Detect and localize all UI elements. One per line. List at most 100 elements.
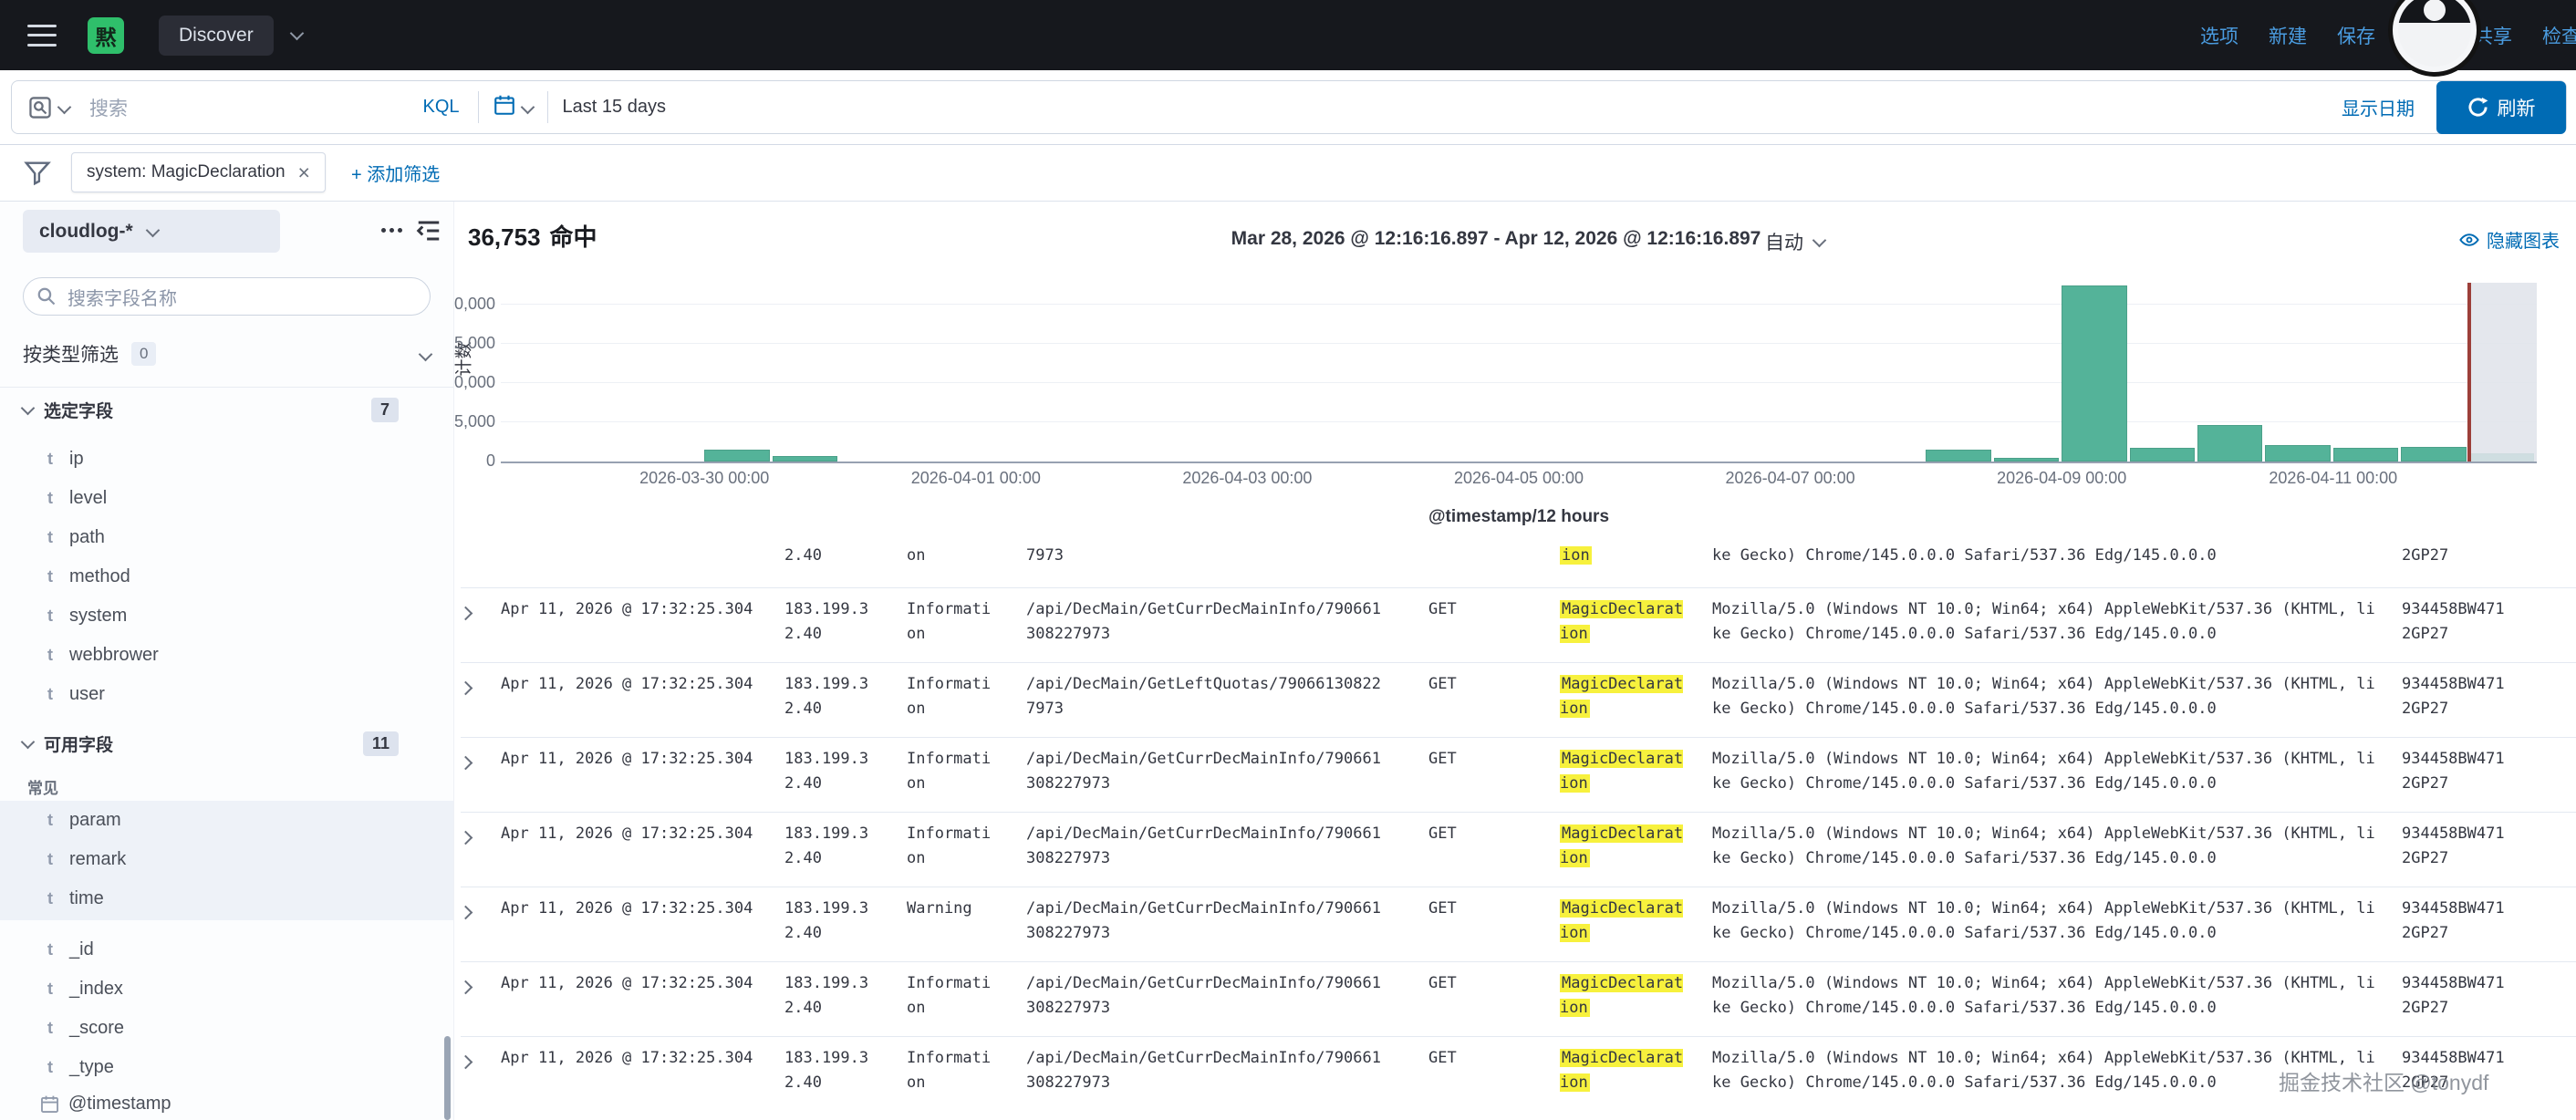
histogram-bar[interactable] — [2130, 448, 2195, 461]
histogram-bar[interactable] — [1926, 450, 1990, 461]
histogram-bar[interactable] — [2265, 445, 2330, 461]
datepicker-quick-menu[interactable] — [478, 91, 547, 122]
table-row: Apr 11, 2026 @ 17:32:25.304183.199.3 2.4… — [461, 961, 2576, 1036]
field-item-label: @timestamp — [68, 1094, 171, 1115]
histogram-plot[interactable] — [501, 283, 2537, 463]
table-row: Apr 11, 2026 @ 17:32:25.304183.199.3 2.4… — [461, 1036, 2576, 1111]
field-item-label: _index — [69, 979, 123, 1000]
saved-query-icon[interactable] — [12, 96, 84, 119]
field-item-method[interactable]: tmethod — [0, 557, 453, 596]
field-item-webbrower[interactable]: t webbrower — [0, 636, 453, 675]
cell-expander — [461, 971, 501, 1036]
filter-funnel-icon[interactable] — [24, 159, 51, 186]
field-item-system[interactable]: tsystem — [0, 596, 453, 636]
add-filter-button[interactable]: + 添加筛选 — [351, 160, 440, 186]
interval-value: 自动 — [1765, 228, 1803, 255]
sidebar-scrollbar[interactable] — [444, 1036, 451, 1120]
show-dates-button[interactable]: 显示日期 — [2342, 94, 2415, 120]
histogram-bar[interactable] — [2062, 285, 2126, 461]
field-item-ip[interactable]: tip — [0, 440, 453, 479]
field-item-label: method — [69, 566, 130, 587]
filter-by-type[interactable]: 按类型筛选 0 — [23, 336, 431, 372]
field-search-input[interactable]: 搜索字段名称 — [23, 277, 431, 316]
histogram-bar[interactable] — [2401, 447, 2466, 461]
hide-chart-button[interactable]: 隐藏图表 — [2459, 226, 2560, 253]
field-item-level[interactable]: tlevel — [0, 479, 453, 518]
field-item-_id[interactable]: t_id — [0, 930, 453, 970]
field-item-user[interactable]: tuser — [0, 675, 453, 714]
cell-method: GET — [1428, 747, 1560, 812]
menu-item-options[interactable]: 选项 — [2200, 22, 2238, 49]
field-item-timestamp[interactable]: @timestamp — [0, 1084, 453, 1120]
cell-level: on — [907, 544, 1026, 587]
field-item-param[interactable]: tparam — [0, 801, 453, 840]
menu-icon[interactable] — [27, 25, 57, 47]
cell-system: MagicDeclarat ion — [1560, 897, 1712, 961]
field-item-_index[interactable]: t_index — [0, 970, 453, 1009]
sidebar-options-icon[interactable] — [381, 228, 402, 233]
interval-select[interactable]: 自动 — [1765, 228, 1824, 255]
time-range-value[interactable]: Last 15 days — [563, 97, 666, 118]
expand-row-icon[interactable] — [461, 980, 473, 995]
index-pattern-switcher[interactable]: cloudlog-* — [23, 210, 280, 253]
histogram-bar[interactable] — [704, 450, 769, 461]
menu-item-save[interactable]: 保存 — [2337, 22, 2375, 49]
cell-user: 934458BW471 2GP27 — [2402, 597, 2576, 662]
cell-system: MagicDeclarat ion — [1560, 971, 1712, 1036]
table-row: 2.40on7973ionke Gecko) Chrome/145.0.0.0 … — [461, 542, 2576, 587]
field-item-_score[interactable]: t_score — [0, 1009, 453, 1048]
menu-item-inspect[interactable]: 检查 — [2542, 22, 2576, 49]
cell-user: 2GP27 — [2402, 544, 2576, 587]
table-row: Apr 11, 2026 @ 17:32:25.304183.199.3 2.4… — [461, 587, 2576, 662]
x-tick-label: 2026-04-07 00:00 — [1726, 469, 1855, 488]
collapse-sidebar-icon[interactable] — [415, 217, 442, 249]
menu-item-new[interactable]: 新建 — [2269, 22, 2307, 49]
cell-path: /api/DecMain/GetLeftQuotas/79066130822 7… — [1026, 672, 1428, 737]
expand-row-icon[interactable] — [461, 1055, 473, 1070]
field-item-label: user — [69, 684, 105, 705]
search-input[interactable]: 搜索 KQL Last 15 days 显示日期 — [11, 80, 2567, 134]
cell-user: 934458BW471 2GP27 — [2402, 822, 2576, 887]
histogram-bar[interactable] — [1994, 458, 2059, 461]
histogram-bar[interactable] — [2333, 448, 2398, 461]
field-item-label: time — [69, 888, 104, 909]
available-fields-header[interactable]: 可用字段 11 — [23, 728, 399, 759]
cell-time — [501, 544, 784, 587]
cell-user: 934458BW471 2GP27 — [2402, 747, 2576, 812]
breadcrumb-discover[interactable]: Discover — [159, 16, 274, 56]
field-item-label: webbrower — [69, 645, 159, 666]
expand-row-icon[interactable] — [461, 756, 473, 771]
field-type-icon: t — [40, 940, 60, 959]
chart-date-range: Mar 28, 2026 @ 12:16:16.897 - Apr 12, 20… — [1231, 228, 1761, 250]
expand-row-icon[interactable] — [461, 906, 473, 920]
cell-expander — [461, 672, 501, 737]
histogram-bar[interactable] — [773, 456, 837, 461]
breadcrumb-chevron-icon[interactable] — [289, 26, 304, 41]
field-item-remark[interactable]: tremark — [0, 840, 453, 879]
field-item-time[interactable]: ttime — [0, 879, 453, 918]
field-item-label: remark — [69, 849, 126, 870]
cell-path: /api/DecMain/GetCurrDecMainInfo/790661 3… — [1026, 597, 1428, 662]
histogram-bar[interactable] — [2197, 425, 2262, 461]
field-type-icon: t — [40, 646, 60, 665]
refresh-button[interactable]: 刷新 — [2436, 81, 2566, 134]
selected-fields-chevron-icon — [21, 401, 36, 416]
field-item-label: _score — [69, 1018, 124, 1039]
kql-toggle[interactable]: KQL — [405, 97, 478, 118]
expand-row-icon[interactable] — [461, 831, 473, 845]
selected-fields-header[interactable]: 选定字段 7 — [23, 394, 399, 425]
cell-user: 934458BW471 2GP27 — [2402, 672, 2576, 737]
field-item-path[interactable]: tpath — [0, 518, 453, 557]
remove-filter-icon[interactable]: × — [298, 162, 310, 183]
field-item-_type[interactable]: t_type — [0, 1048, 453, 1087]
watermark: 掘金技术社区 @tonydf — [2279, 1065, 2488, 1096]
space-avatar[interactable]: 黙 — [88, 17, 124, 54]
filter-pill-system[interactable]: system: MagicDeclaration × — [71, 152, 326, 192]
cell-time: Apr 11, 2026 @ 17:32:25.304 — [501, 597, 784, 662]
cell-webbrower: Mozilla/5.0 (Windows NT 10.0; Win64; x64… — [1712, 822, 2402, 887]
refresh-label: 刷新 — [2498, 94, 2536, 121]
expand-row-icon[interactable] — [461, 607, 473, 621]
expand-row-icon[interactable] — [461, 681, 473, 696]
saved-query-chevron-icon[interactable] — [57, 100, 72, 115]
x-axis-title: @timestamp/12 hours — [501, 507, 2537, 527]
